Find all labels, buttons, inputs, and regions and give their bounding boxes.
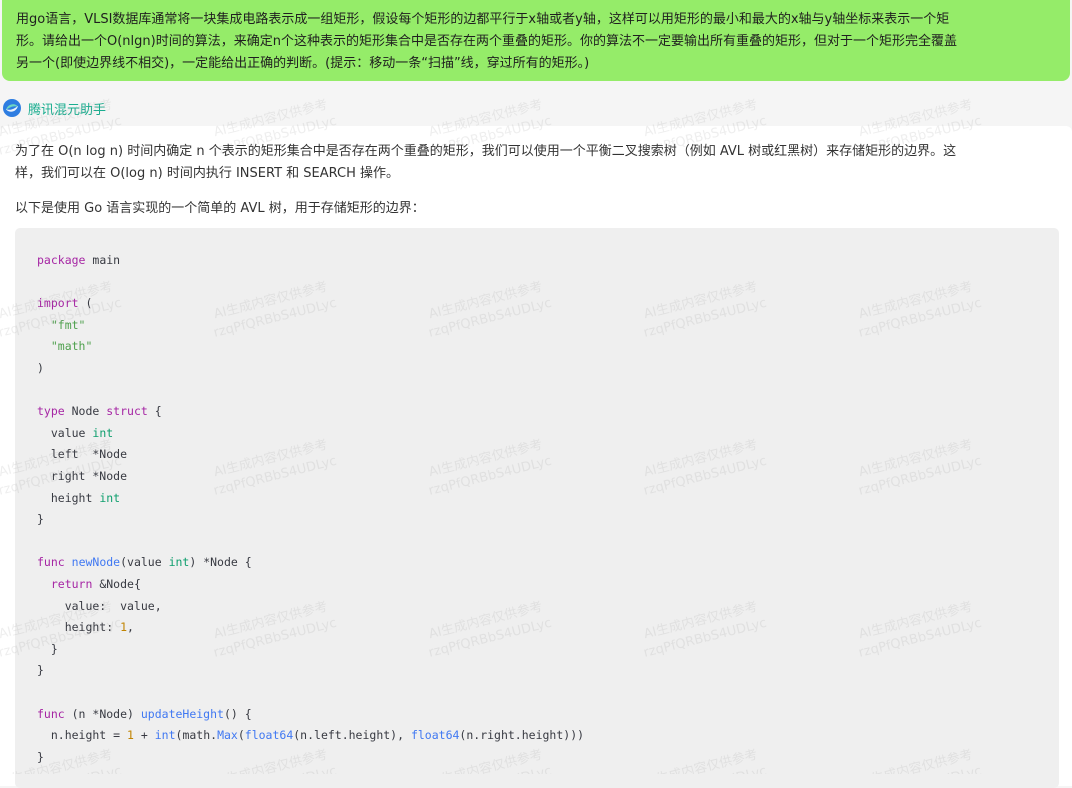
code-token: int [99, 490, 121, 505]
code-token: package [37, 253, 86, 267]
answer-paragraph-line: 样，我们可以在 O(log n) 时间内执行 INSERT 和 SEARCH 操… [15, 166, 400, 181]
code-token: (n *Node) [64, 706, 141, 721]
assistant-header: 腾讯混元助手 [2, 96, 106, 120]
code-token: left *Node [37, 447, 128, 462]
assistant-name: 腾讯混元助手 [28, 102, 107, 118]
code-token: type [37, 404, 65, 419]
code-token: } [37, 641, 58, 656]
code-line: return &Node{ [37, 574, 141, 595]
code-token: right *Node [37, 469, 128, 483]
code-token: int [154, 728, 176, 743]
code-line: "math" [37, 336, 93, 357]
answer-paragraph: 为了在 O(n log n) 时间内确定 n 个表示的矩形集合中是否存在两个重叠… [15, 141, 1055, 185]
code-token: ) *Node { [189, 555, 252, 570]
code-token: return [50, 577, 93, 591]
code-line: value: value, [37, 596, 162, 617]
code-line: func newNode(value int) *Node { [37, 552, 252, 573]
code-token: "fmt" [50, 317, 86, 332]
code-line: func (n *Node) updateHeight() { [37, 704, 252, 725]
code-token: Node [64, 404, 107, 419]
code-token: 1 [127, 728, 134, 743]
code-token: main [85, 253, 121, 267]
code-token: height: [37, 620, 121, 635]
user-message-bubble: 用go语言，VLSI数据库通常将一块集成电路表示成一组矩形，假设每个矩形的边都平… [2, 0, 1070, 81]
code-token: func [37, 555, 65, 570]
code-token: n.height = [37, 728, 128, 743]
code-token: ( [237, 728, 245, 743]
hunyuan-logo-icon [3, 99, 21, 117]
code-line: package main [37, 250, 120, 271]
code-token: updateHeight [140, 706, 224, 721]
user-message-line: 另一个(即使边界线不相交)，一定能给出正确的判断。(提示：移动一条“扫描”线，穿… [16, 56, 590, 71]
code-token: ( [78, 296, 93, 311]
code-line: "fmt" [37, 315, 86, 336]
code-token: "math" [50, 339, 93, 354]
code-token: (n.left.height), [293, 728, 411, 743]
code-line: import ( [37, 293, 92, 314]
code-line: right *Node [37, 466, 127, 487]
code-token: ) [37, 361, 44, 375]
code-token: int [168, 555, 190, 570]
code-token: newNode [71, 555, 121, 570]
code-line: } [37, 747, 44, 768]
code-token: + [133, 728, 155, 743]
code-token: float64 [410, 728, 460, 743]
code-token: Max [217, 728, 238, 743]
code-line: } [37, 660, 44, 681]
user-message-line: 形。请给出一个O(nlgn)时间的算法，来确定n个这种表示的矩形集合中是否存在两… [16, 34, 957, 49]
code-line: height int [37, 488, 120, 509]
user-message-line: 用go语言，VLSI数据库通常将一块集成电路表示成一组矩形，假设每个矩形的边都平… [16, 12, 950, 27]
code-token: 1 [120, 620, 128, 635]
code-block[interactable]: package main import ( "fmt" "math") type N… [15, 228, 1059, 788]
code-line: } [37, 639, 58, 660]
code-token: } [37, 749, 44, 764]
code-token: int [92, 425, 114, 440]
code-token: value: value, [37, 598, 162, 613]
code-token: float64 [244, 728, 294, 743]
code-line: } [37, 509, 44, 530]
code-line: type Node struct { [37, 401, 162, 422]
code-token: import [37, 296, 79, 311]
code-token: (math. [175, 728, 218, 743]
code-token: } [37, 663, 44, 678]
code-line: value int [37, 423, 113, 444]
code-line: left *Node [37, 444, 127, 465]
code-line: n.height = 1 + int(math.Max(float64(n.le… [37, 725, 584, 746]
code-line: ) [37, 358, 44, 379]
code-token: func [37, 706, 65, 721]
code-token: } [37, 512, 44, 527]
code-token: (value [120, 555, 169, 570]
answer-paragraph-line: 为了在 O(n log n) 时间内确定 n 个表示的矩形集合中是否存在两个重叠… [15, 144, 957, 159]
code-token: value [37, 425, 93, 440]
code-token: &Node{ [92, 577, 141, 591]
code-token: { [147, 404, 162, 419]
code-token: () { [223, 706, 252, 721]
code-token: (n.right.height))) [459, 728, 585, 743]
code-token: , [127, 620, 134, 635]
code-line: height: 1, [37, 617, 134, 638]
answer-paragraph: 以下是使用 Go 语言实现的一个简单的 AVL 树，用于存储矩形的边界： [15, 201, 425, 216]
code-token: height [37, 490, 100, 505]
code-token: struct [106, 404, 148, 419]
